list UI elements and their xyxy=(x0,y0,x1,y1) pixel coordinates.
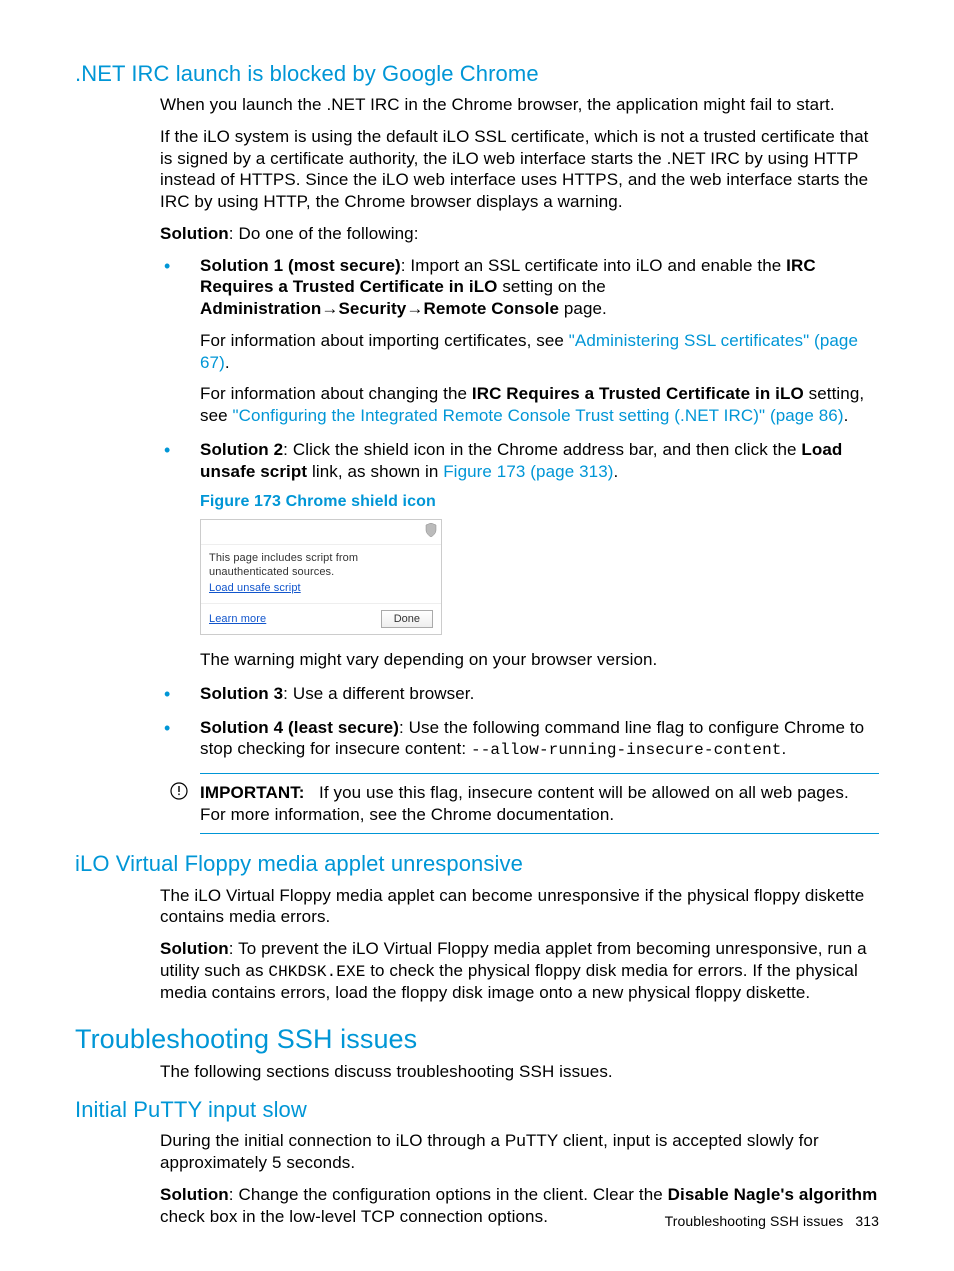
paragraph: The following sections discuss troublesh… xyxy=(160,1061,879,1083)
label: Solution 2 xyxy=(200,440,283,459)
paragraph: When you launch the .NET IRC in the Chro… xyxy=(160,94,879,116)
list-item: Solution 4 (least secure): Use the follo… xyxy=(160,717,879,761)
cross-ref-link[interactable]: Figure 173 (page 313) xyxy=(443,462,613,481)
done-button[interactable]: Done xyxy=(381,610,433,628)
paragraph: During the initial connection to iLO thr… xyxy=(160,1130,879,1174)
paragraph: The iLO Virtual Floppy media applet can … xyxy=(160,885,879,929)
text: . xyxy=(781,739,786,758)
text: For information about importing certific… xyxy=(200,331,569,350)
code: CHKDSK.EXE xyxy=(268,963,365,981)
label: Solution xyxy=(160,1185,229,1204)
page-number: 313 xyxy=(855,1213,879,1229)
text: . xyxy=(844,406,849,425)
shield-icon[interactable] xyxy=(425,523,437,541)
heading-putty-slow: Initial PuTTY input slow xyxy=(75,1096,879,1124)
figure-caption: Figure 173 Chrome shield icon xyxy=(200,492,879,512)
paragraph: For information about importing certific… xyxy=(200,330,879,374)
learn-more-link[interactable]: Learn more xyxy=(209,612,266,626)
paragraph: Solution 2: Click the shield icon in the… xyxy=(200,439,879,483)
nav-path: Security xyxy=(338,299,406,318)
arrow-icon: → xyxy=(406,299,423,318)
heading-virtual-floppy: iLO Virtual Floppy media applet unrespon… xyxy=(75,850,879,878)
list-item: Solution 2: Click the shield icon in the… xyxy=(160,439,879,671)
arrow-icon: → xyxy=(321,299,338,318)
text: : Change the configuration options in th… xyxy=(229,1185,668,1204)
list-item: Solution 3: Use a different browser. xyxy=(160,683,879,705)
text: link, as shown in xyxy=(307,462,443,481)
important-label: IMPORTANT: xyxy=(200,783,305,802)
important-note: IMPORTANT: If you use this flag, insecur… xyxy=(200,773,879,835)
code: --allow-running-insecure-content xyxy=(471,741,781,759)
text: setting on the xyxy=(498,277,606,296)
nav-path: Remote Console xyxy=(423,299,559,318)
label: IRC Requires a Trusted Certificate in iL… xyxy=(472,384,804,403)
text: page. xyxy=(559,299,607,318)
text: check box in the low-level TCP connectio… xyxy=(160,1207,548,1226)
text: : Use a different browser. xyxy=(283,684,474,703)
label: Disable Nagle's algorithm xyxy=(668,1185,878,1204)
text: : Do one of the following: xyxy=(229,224,419,243)
label: Solution 1 (most secure) xyxy=(200,256,401,275)
load-unsafe-script-link[interactable]: Load unsafe script xyxy=(209,582,301,594)
text: . xyxy=(614,462,619,481)
label: Solution xyxy=(160,939,229,958)
important-icon xyxy=(170,782,188,806)
label: Solution 3 xyxy=(200,684,283,703)
text: . xyxy=(225,353,230,372)
paragraph: Solution 3: Use a different browser. xyxy=(200,683,879,705)
popup-message: This page includes script from unauthent… xyxy=(201,545,441,581)
page-footer: Troubleshooting SSH issues 313 xyxy=(665,1213,879,1231)
paragraph: Solution: Do one of the following: xyxy=(160,223,879,245)
text: : Click the shield icon in the Chrome ad… xyxy=(283,440,801,459)
heading-troubleshooting-ssh: Troubleshooting SSH issues xyxy=(75,1022,879,1057)
paragraph: Solution 1 (most secure): Import an SSL … xyxy=(200,255,879,320)
paragraph: Solution: To prevent the iLO Virtual Flo… xyxy=(160,938,879,1004)
paragraph: Solution 4 (least secure): Use the follo… xyxy=(200,717,879,761)
label: Solution 4 (least secure) xyxy=(200,718,399,737)
paragraph: For information about changing the IRC R… xyxy=(200,383,879,427)
text: For information about changing the xyxy=(200,384,472,403)
text: : Import an SSL certificate into iLO and… xyxy=(401,256,786,275)
list-item: Solution 1 (most secure): Import an SSL … xyxy=(160,255,879,427)
cross-ref-link[interactable]: "Configuring the Integrated Remote Conso… xyxy=(233,406,844,425)
heading-net-irc: .NET IRC launch is blocked by Google Chr… xyxy=(75,60,879,88)
chrome-shield-popup: This page includes script from unauthent… xyxy=(200,519,442,635)
paragraph: If the iLO system is using the default i… xyxy=(160,126,879,213)
paragraph: The warning might vary depending on your… xyxy=(200,649,879,671)
label: Solution xyxy=(160,224,229,243)
nav-path: Administration xyxy=(200,299,321,318)
footer-text: Troubleshooting SSH issues xyxy=(665,1213,844,1229)
